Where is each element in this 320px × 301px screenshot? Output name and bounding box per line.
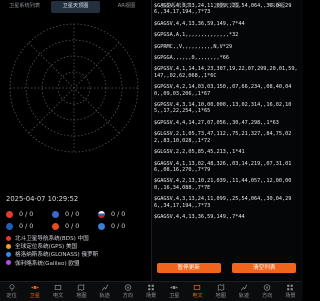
tab-ar-view-2[interactable]: AR视图 [252, 0, 302, 14]
nav-direction[interactable]: 方向 [116, 282, 139, 301]
clear-list-button[interactable]: 清空列表 [232, 263, 297, 273]
log-line: $GAGSV,4,4,13,36,59,149,,7*44 [154, 20, 245, 27]
bds-dot-icon [6, 235, 11, 241]
tab-skyplot-2[interactable]: 卫星天顶图 [201, 0, 251, 14]
gps-flag-icon [52, 210, 59, 218]
satellite-count-grid: 0 / 0 0 / 0 0 / 0 0 / 0 0 / 0 0 / 0 [6, 208, 146, 232]
legend-item-gps: 全球定位系统(GPS) 美国 [6, 242, 98, 250]
log-line: $GPGGA,,,,,,0,,,,,,,,*66 [154, 55, 229, 62]
tab-ar-view[interactable]: AR视图 [102, 0, 151, 14]
log-line: $GAGSV,4,4,13,36,59,149,,7*44 [154, 213, 245, 220]
log-line: $GLGSV,2,1,05,73,47,112,,75,21,327,,84,7… [154, 131, 292, 144]
scene-icon [148, 284, 154, 291]
galileo-count: 0 / 0 [19, 222, 34, 230]
galileo-flag-icon [6, 222, 13, 230]
map-icon [78, 284, 85, 291]
sbas-flag-icon [98, 222, 105, 230]
glonass-flag-icon [98, 210, 105, 218]
message-icon [194, 285, 201, 290]
timestamp: 2025-04-07 10:29:52 [6, 195, 79, 203]
legend-item-bds: 北斗卫星导航系统(BDS) 中国 [6, 234, 98, 242]
scene-icon [287, 284, 294, 291]
nmea-log[interactable]: $GAGSV,4,3,13,24,11,099,,25,54,064,,30,0… [154, 3, 299, 259]
bds-count: 0 / 0 [19, 210, 34, 218]
nav-message-2[interactable]: 电文 [186, 282, 209, 301]
satellite-panel: 卫星系统列表 卫星天顶图 AR视图 2025-04-07 10:29:52 0 … [0, 0, 151, 300]
nav-satellite[interactable]: 卫星 [23, 282, 46, 301]
nav-track-2[interactable]: 轨迹 [232, 282, 255, 301]
right-tabs: 卫星系统列表 卫星天顶图 AR视图 [151, 0, 302, 14]
legend-item-glonass: 格洛纳斯系统(GLONASS) 俄罗斯 [6, 250, 98, 258]
map-icon [217, 284, 224, 291]
log-line: $GAGSV,4,2,13,10,21,039,,11,44,057,,12,0… [154, 178, 292, 191]
glonass-dot-icon [6, 251, 11, 257]
log-line: $GPGSV,4,4,14,27,07,056,,30,47,298,,1*63 [154, 119, 279, 126]
tab-system-list[interactable]: 卫星系统列表 [0, 0, 49, 14]
location-icon [9, 284, 15, 291]
sky-plot [9, 23, 139, 153]
track-icon [101, 284, 108, 291]
galileo-dot-icon [6, 260, 11, 266]
sbas-count: 0 / 0 [111, 222, 126, 230]
glonass-count: 0 / 0 [111, 210, 126, 218]
legend-item-galileo: 伽利略系统(Galileo) 欧盟 [6, 259, 98, 267]
nav-scene[interactable]: 场景 [139, 282, 162, 301]
bds-flag-icon [6, 210, 13, 218]
log-line: $GPGSV,4,1,14,14,23,307,19,22,07,299,20,… [154, 66, 298, 79]
tab-skyplot[interactable]: 卫星天顶图 [51, 1, 100, 13]
nav-map[interactable]: 地图 [70, 282, 93, 301]
compass-icon [124, 284, 131, 291]
track-icon [240, 284, 248, 291]
satellite-icon [31, 286, 39, 289]
system-legend: 北斗卫星导航系统(BDS) 中国 全球定位系统(GPS) 美国 格洛纳斯系统(G… [6, 234, 98, 267]
tab-system-list-2[interactable]: 卫星系统列表 [151, 0, 201, 14]
nav-message[interactable]: 电文 [46, 282, 69, 301]
pause-update-button[interactable]: 暂停更新 [156, 263, 221, 273]
nav-location[interactable]: 定位 [0, 282, 23, 301]
bottom-nav: 定位 卫星 电文 地图 轨迹 方向 场景 卫星 电文 地图 轨迹 方向 场景 [0, 281, 302, 301]
gps-count: 0 / 0 [65, 210, 80, 218]
compass-icon [264, 284, 271, 291]
nav-track[interactable]: 轨迹 [93, 282, 116, 301]
log-line: $GPRMC,,V,,,,,,,,,,N,V*29 [154, 43, 233, 50]
log-actions: 暂停更新 清空列表 [151, 263, 302, 275]
nav-scene-2[interactable]: 场景 [279, 282, 302, 301]
satellite-icon [170, 286, 178, 289]
log-line: $GPGSV,4,2,14,03,03,150,,07,66,234,,08,4… [154, 84, 292, 97]
qzss-count: 0 / 0 [65, 222, 80, 230]
message-icon [54, 285, 62, 290]
log-line: $GLGSV,2,2,05,85,45,213,,1*41 [154, 149, 245, 156]
nav-satellite-2[interactable]: 卫星 [163, 282, 186, 301]
qzss-flag-icon [52, 222, 59, 230]
nav-direction-2[interactable]: 方向 [256, 282, 279, 301]
satellite-view-tabs: 卫星系统列表 卫星天顶图 AR视图 [0, 0, 151, 14]
log-line: $GPGSA,A,1,,,,,,,,,,,,,,*32 [154, 32, 239, 39]
gps-dot-icon [6, 243, 11, 249]
nav-map-2[interactable]: 地图 [209, 282, 232, 301]
log-line: $GAGSV,4,1,13,02,48,326,,03,14,219,,07,3… [154, 160, 292, 173]
log-line: $GPGSV,4,3,14,10,00,000,,13,02,314,,16,0… [154, 102, 292, 115]
log-line: $GAGSV,4,3,13,24,11,099,,25,54,064,,30,0… [154, 196, 292, 209]
